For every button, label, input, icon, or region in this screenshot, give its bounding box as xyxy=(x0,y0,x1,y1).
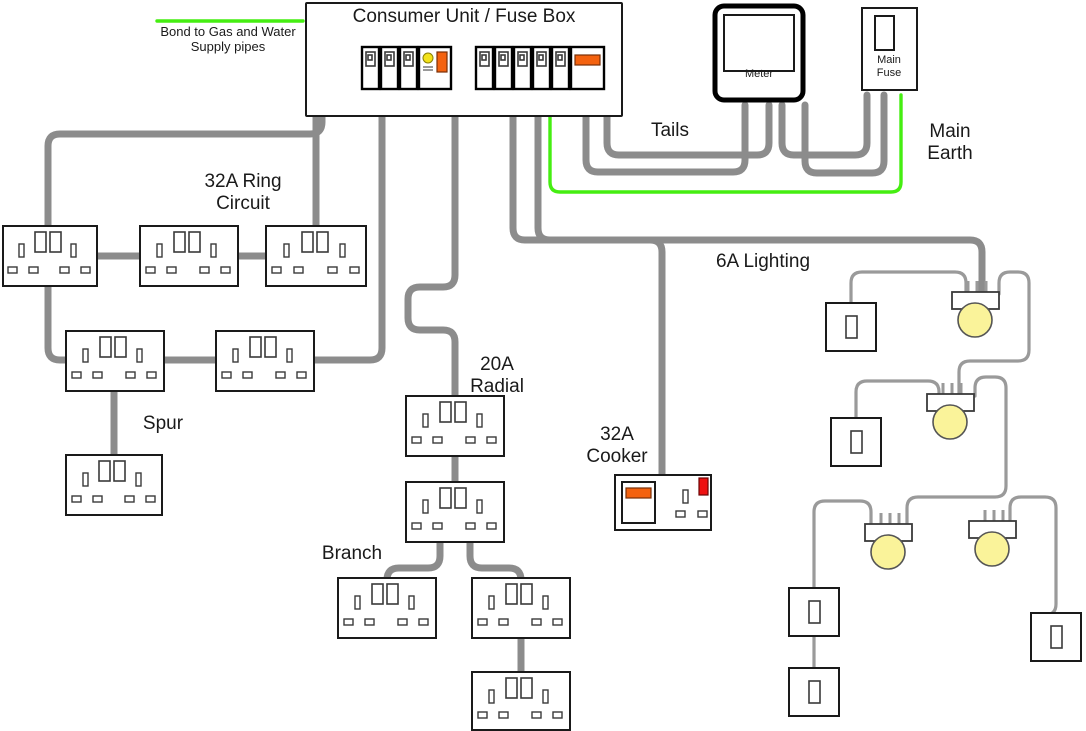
cooker-switch-lever[interactable] xyxy=(625,487,652,499)
tails-cables xyxy=(582,91,888,177)
rcd-test-button[interactable] xyxy=(436,51,448,73)
rocker-icon xyxy=(808,600,821,624)
branch-socket-bottom[interactable] xyxy=(471,671,571,731)
radial-label-1: 20A xyxy=(480,354,514,375)
ring-socket-4[interactable] xyxy=(65,330,165,392)
rcd-module[interactable] xyxy=(417,45,453,91)
bond-label-line1: Bond to Gas and Water xyxy=(160,24,296,39)
light-switch-3[interactable] xyxy=(788,587,840,637)
mcb-6[interactable] xyxy=(512,45,533,91)
lighting-label: 6A Lighting xyxy=(716,251,810,272)
mcb-3[interactable] xyxy=(398,45,419,91)
rcd-indicator-icon xyxy=(422,52,434,64)
electricity-meter[interactable]: Meter xyxy=(712,3,806,103)
light-fitting-1[interactable] xyxy=(951,281,1000,338)
meter-display xyxy=(723,14,795,72)
ring-socket-3[interactable] xyxy=(265,225,367,287)
ring-socket-1[interactable] xyxy=(2,225,98,287)
bond-label-line2: Supply pipes xyxy=(191,39,266,54)
rocker-icon xyxy=(808,680,821,704)
main-switch-lever[interactable] xyxy=(574,54,601,66)
main-fuse-label-2: Fuse xyxy=(877,67,901,79)
wiring-diagram: Consumer Unit / Fuse Box Meter Main Fuse… xyxy=(0,0,1086,731)
branch-socket-left[interactable] xyxy=(337,577,437,639)
light-bulb-icon xyxy=(870,534,906,570)
branch-label: Branch xyxy=(322,543,382,564)
main-switch[interactable] xyxy=(569,45,606,91)
mcb-1[interactable] xyxy=(360,45,381,91)
consumer-unit[interactable]: Consumer Unit / Fuse Box xyxy=(305,2,623,117)
radial-socket-1[interactable] xyxy=(405,395,505,457)
ring-socket-5[interactable] xyxy=(215,330,315,392)
mcb-4[interactable] xyxy=(474,45,495,91)
wiring-diagram-canvas: Consumer Unit / Fuse Box Meter Main Fuse… xyxy=(2,2,1082,731)
light-switch-5[interactable] xyxy=(1030,612,1082,662)
light-switch-4[interactable] xyxy=(788,667,840,717)
mcb-2[interactable] xyxy=(379,45,400,91)
mcb-group-right[interactable] xyxy=(474,45,571,91)
tails-label: Tails xyxy=(651,120,689,141)
mcb-7[interactable] xyxy=(531,45,552,91)
main-earth-label-1: Main xyxy=(929,121,970,142)
cooker-label-2: Cooker xyxy=(586,446,648,467)
rocker-icon xyxy=(845,315,858,339)
light-bulb-icon xyxy=(932,404,968,440)
main-fuse[interactable]: Main Fuse xyxy=(861,7,918,91)
light-fitting-2[interactable] xyxy=(926,383,975,440)
ring-socket-2[interactable] xyxy=(139,225,239,287)
rocker-icon xyxy=(850,430,863,454)
light-switch-1[interactable] xyxy=(825,302,877,352)
main-fuse-carrier[interactable] xyxy=(874,15,895,51)
meter-label: Meter xyxy=(745,68,773,80)
radial-socket-2[interactable] xyxy=(405,481,505,543)
light-switch-2[interactable] xyxy=(830,417,882,467)
cooker-neon-icon xyxy=(698,477,709,496)
branch-socket-right[interactable] xyxy=(471,577,571,639)
ring-circuit-label-1: 32A Ring xyxy=(204,171,281,192)
spur-socket[interactable] xyxy=(65,454,163,516)
mcb-group-left[interactable] xyxy=(360,45,419,91)
consumer-unit-title: Consumer Unit / Fuse Box xyxy=(353,6,576,27)
light-bulb-icon xyxy=(974,531,1010,567)
mcb-8[interactable] xyxy=(550,45,571,91)
cooker-label-1: 32A xyxy=(600,424,634,445)
radial-label-2: Radial xyxy=(470,376,524,397)
cooker-outlet[interactable] xyxy=(614,474,712,531)
main-fuse-label-1: Main xyxy=(877,54,901,66)
rocker-icon xyxy=(1050,625,1063,649)
mcb-5[interactable] xyxy=(493,45,514,91)
spur-label: Spur xyxy=(143,413,184,434)
light-bulb-icon xyxy=(957,302,993,338)
main-earth-label-2: Earth xyxy=(927,143,972,164)
ring-circuit-label-2: Circuit xyxy=(216,193,271,214)
